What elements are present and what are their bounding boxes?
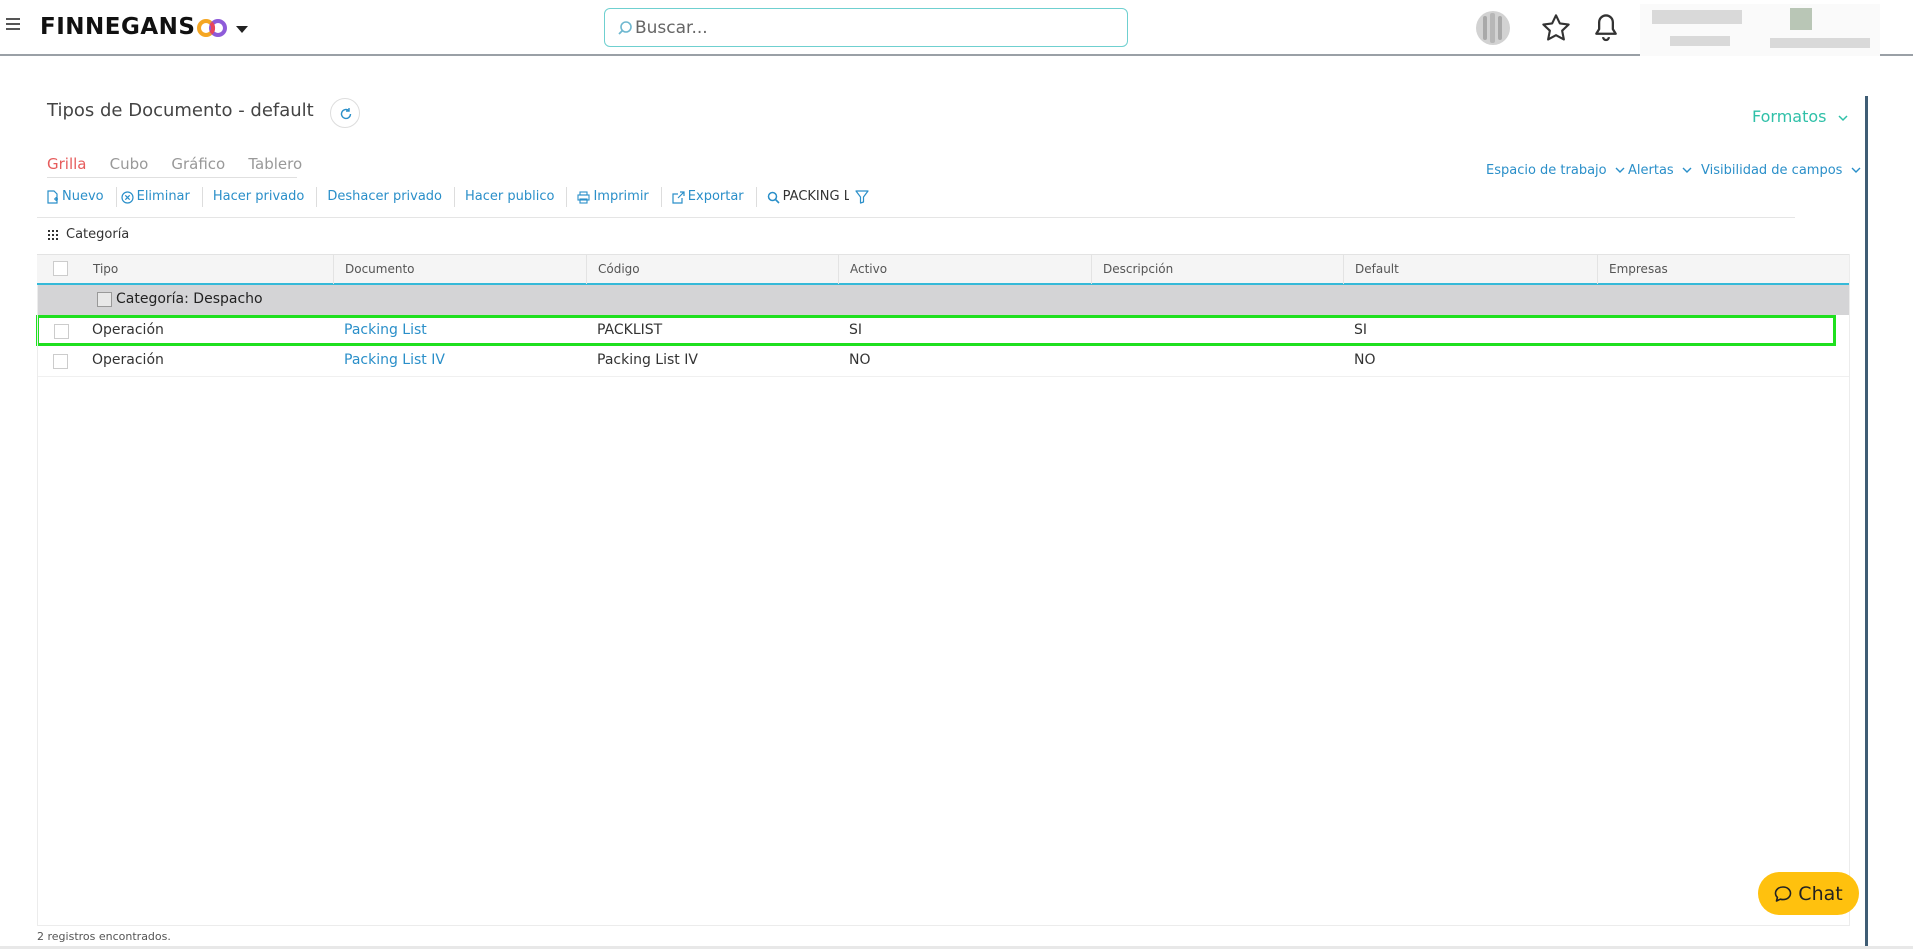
tab-grafico[interactable]: Gráfico — [171, 155, 225, 173]
cell-documento-link[interactable]: Packing List — [344, 322, 427, 338]
brand-logo-mark-icon — [197, 19, 227, 37]
global-search[interactable] — [604, 8, 1128, 47]
column-header-tipo[interactable]: Tipo — [82, 255, 334, 284]
exportar-label: Exportar — [687, 189, 744, 204]
chevron-down-icon — [1851, 167, 1861, 173]
column-header-default[interactable]: Default — [1344, 255, 1598, 284]
deshacer-privado-button[interactable]: Deshacer privado — [317, 187, 456, 207]
cell-tipo: Operación — [92, 322, 164, 338]
grid-border-right — [1849, 254, 1850, 925]
cell-codigo: Packing List IV — [597, 352, 698, 368]
column-header-descripcion[interactable]: Descripción — [1092, 255, 1344, 284]
imprimir-label: Imprimir — [593, 189, 649, 204]
column-header-empresas[interactable]: Empresas — [1598, 255, 1850, 284]
quick-filter[interactable]: PACKING L — [757, 187, 884, 207]
top-bar: FINNEGANS — [0, 0, 1913, 56]
eliminar-button[interactable]: Eliminar — [117, 187, 203, 207]
search-icon — [618, 21, 632, 35]
user-profile-area[interactable] — [1640, 4, 1880, 56]
field-visibility-label: Visibilidad de campos — [1701, 163, 1843, 178]
deshacer-privado-label: Deshacer privado — [327, 189, 443, 204]
grid-border-bottom — [37, 925, 1850, 926]
chevron-down-icon — [1838, 115, 1848, 122]
toolbar-divider — [37, 217, 1795, 218]
column-header-activo[interactable]: Activo — [839, 255, 1092, 284]
favorites-star-icon[interactable] — [1540, 12, 1572, 44]
assistant-orb-icon[interactable] — [1474, 10, 1512, 46]
column-header-codigo[interactable]: Código — [587, 255, 839, 284]
funnel-filter-icon[interactable] — [855, 190, 869, 204]
page-title: Tipos de Documento - default — [47, 100, 314, 121]
data-grid: Tipo Documento Código Activo Descripción… — [36, 254, 1850, 377]
hacer-privado-label: Hacer privado — [212, 189, 305, 204]
grid-dots-icon — [48, 229, 58, 240]
brand-logo[interactable]: FINNEGANS — [40, 14, 195, 40]
grid-border-left — [37, 285, 38, 925]
brand-dropdown-caret-icon[interactable] — [236, 26, 248, 33]
cell-tipo: Operación — [92, 352, 164, 368]
exportar-button[interactable]: Exportar — [662, 187, 757, 207]
select-all-checkbox[interactable] — [53, 261, 68, 276]
field-visibility-menu[interactable]: Visibilidad de campos — [1701, 163, 1861, 178]
formatos-menu[interactable]: Formatos — [1752, 107, 1848, 126]
refresh-icon — [340, 108, 352, 120]
chat-bubble-icon — [1774, 885, 1792, 902]
alerts-menu-label: Alertas — [1628, 163, 1674, 178]
cell-activo: NO — [849, 352, 871, 368]
notifications-bell-icon[interactable] — [1592, 12, 1620, 44]
record-count: 2 registros encontrados. — [37, 930, 171, 943]
grid-toolbar: Nuevo Eliminar Hacer privado Deshacer pr… — [44, 186, 884, 208]
nuevo-button[interactable]: Nuevo — [44, 187, 117, 207]
table-row[interactable]: Operación Packing List PACKLIST SI SI — [36, 315, 1836, 346]
grid-header: Tipo Documento Código Activo Descripción… — [37, 254, 1850, 285]
new-document-icon — [47, 190, 58, 204]
row-checkbox[interactable] — [54, 324, 69, 339]
hacer-privado-button[interactable]: Hacer privado — [203, 187, 318, 207]
export-icon — [672, 190, 685, 204]
search-input[interactable] — [635, 15, 1115, 41]
quick-filter-text[interactable]: PACKING L — [783, 187, 849, 207]
hamburger-menu-icon[interactable] — [6, 18, 20, 32]
tabs-divider — [47, 177, 297, 178]
cell-default: SI — [1354, 322, 1368, 338]
tab-grilla[interactable]: Grilla — [47, 155, 87, 173]
group-row-label: Categoría: Despacho — [116, 291, 263, 307]
delete-circle-icon — [121, 190, 134, 204]
page-title-wrap: Tipos de Documento - default — [47, 100, 314, 121]
column-header-documento[interactable]: Documento — [334, 255, 587, 284]
table-row[interactable]: Operación Packing List IV Packing List I… — [37, 346, 1850, 377]
tab-tablero[interactable]: Tablero — [248, 155, 302, 173]
chat-button[interactable]: Chat — [1758, 872, 1859, 915]
imprimir-button[interactable]: Imprimir — [567, 187, 662, 207]
workspace-menu-label: Espacio de trabajo — [1486, 163, 1607, 178]
printer-icon — [577, 190, 591, 204]
row-checkbox[interactable] — [53, 354, 68, 369]
formatos-label: Formatos — [1752, 107, 1827, 126]
workspace-menu[interactable]: Espacio de trabajo — [1486, 163, 1625, 178]
nuevo-label: Nuevo — [62, 189, 104, 204]
cell-activo: SI — [849, 322, 863, 338]
group-row-despacho[interactable]: Categoría: Despacho — [37, 285, 1850, 315]
hacer-publico-button[interactable]: Hacer publico — [455, 187, 568, 207]
hacer-publico-label: Hacer publico — [465, 189, 555, 204]
group-by-label[interactable]: Categoría — [48, 227, 129, 242]
chevron-down-icon — [1682, 167, 1692, 173]
chevron-down-icon — [1615, 167, 1625, 173]
group-by-text: Categoría — [66, 227, 130, 242]
refresh-button[interactable] — [330, 98, 360, 128]
chat-label: Chat — [1798, 882, 1843, 905]
cell-default: NO — [1354, 352, 1376, 368]
alerts-menu[interactable]: Alertas — [1628, 163, 1692, 178]
search-icon — [767, 191, 780, 204]
view-tabs: Grilla Cubo Gráfico Tablero — [47, 154, 320, 176]
cell-documento-link[interactable]: Packing List IV — [344, 352, 445, 368]
vertical-scrollbar[interactable] — [1865, 96, 1868, 949]
tab-cubo[interactable]: Cubo — [110, 155, 149, 173]
group-checkbox[interactable] — [97, 292, 112, 307]
eliminar-label: Eliminar — [136, 189, 190, 204]
cell-codigo: PACKLIST — [597, 322, 663, 338]
